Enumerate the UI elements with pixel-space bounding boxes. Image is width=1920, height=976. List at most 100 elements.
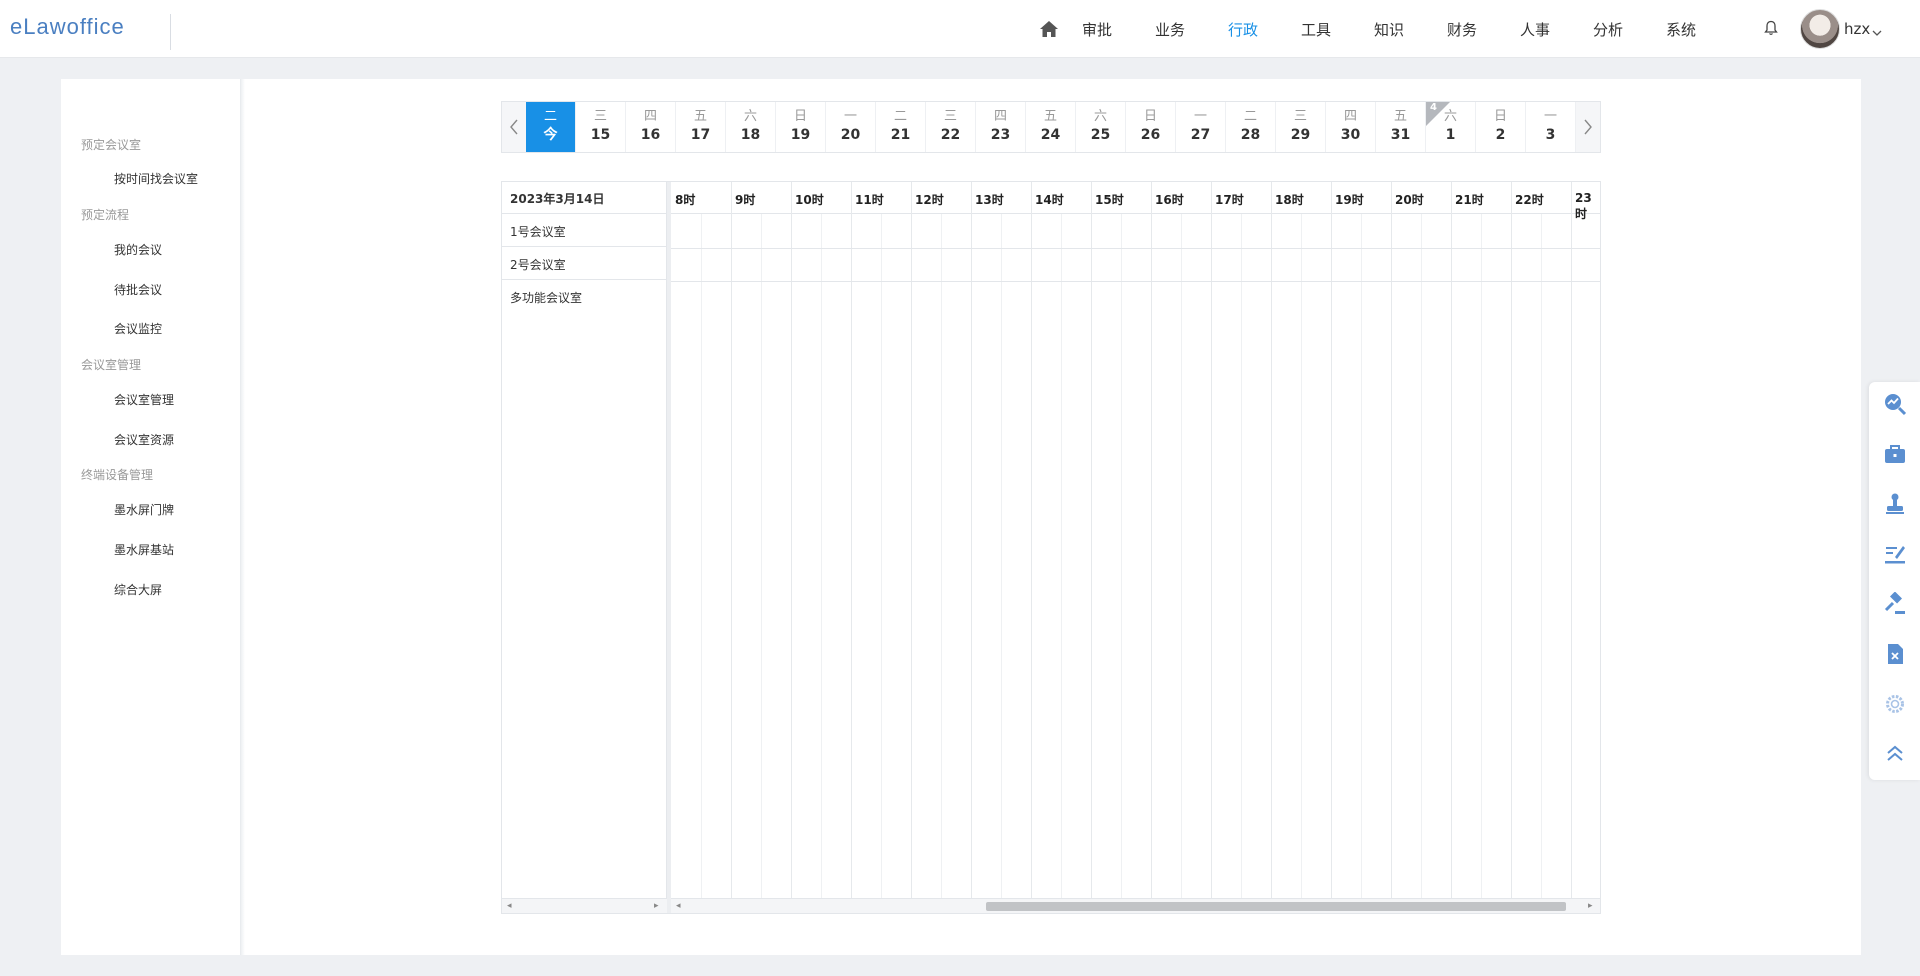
logo-divider — [170, 14, 171, 50]
date-day: 29 — [1290, 127, 1311, 143]
right-toolbar — [1869, 382, 1920, 780]
date-cell[interactable]: 四 16 — [626, 102, 676, 152]
nav-approval[interactable]: 审批 — [1082, 19, 1131, 40]
half-hour-gridline — [1121, 214, 1122, 898]
sidebar-item-find-room-by-time[interactable]: 按时间找会议室 — [114, 170, 198, 187]
date-weekday: 一 — [1193, 109, 1207, 124]
gavel-icon[interactable] — [1883, 591, 1907, 616]
sign-document-icon[interactable] — [1883, 542, 1907, 566]
analytics-search-icon[interactable] — [1883, 392, 1907, 416]
sidebar-group-reserve-room: 预定会议室 — [81, 138, 142, 152]
timeline-scrollbar[interactable]: ◂ ▸ — [671, 898, 1600, 913]
date-cell[interactable]: 日2 — [1476, 102, 1526, 152]
date-weekday: 五 — [1043, 109, 1057, 124]
date-cell[interactable]: 六 18 — [726, 102, 776, 152]
settings-gear-icon[interactable] — [1883, 692, 1907, 716]
date-weekday: 六 — [1093, 109, 1107, 124]
chevron-down-icon[interactable] — [1872, 22, 1882, 41]
room-row[interactable]: 2号会议室 — [502, 247, 666, 280]
schedule-grid: 2023年3月14日 1号会议室 2号会议室 多功能会议室 ◂ ▸ 8时 9时 10… — [501, 181, 1601, 914]
room-row[interactable]: 1号会议室 — [502, 214, 666, 247]
date-day: 31 — [1390, 127, 1411, 143]
date-cell[interactable]: 二 21 — [876, 102, 926, 152]
sidebar-item-meeting-monitor[interactable]: 会议监控 — [114, 320, 162, 337]
date-cell[interactable]: 六 25 — [1076, 102, 1126, 152]
room-row-divider — [671, 248, 1600, 249]
date-weekday: 三 — [593, 109, 607, 124]
user-name[interactable]: hzx — [1844, 20, 1870, 38]
date-cell[interactable]: 五 24 — [1026, 102, 1076, 152]
sidebar-divider — [241, 79, 245, 955]
date-cell[interactable]: 四 23 — [976, 102, 1026, 152]
sidebar: 预定会议室 按时间找会议室 预定流程 我的会议 待批会议 会议监控 会议室管理 … — [61, 79, 241, 955]
nav-system[interactable]: 系统 — [1666, 19, 1715, 40]
hour-gridline — [911, 182, 912, 898]
date-weekday: 一 — [843, 109, 857, 124]
date-weekday: 五 — [1393, 109, 1407, 124]
sidebar-group-room-management: 会议室管理 — [81, 358, 142, 372]
date-prev-button[interactable] — [502, 102, 526, 152]
date-cell[interactable]: 4六1 — [1426, 102, 1476, 152]
room-column-scrollbar[interactable]: ◂ ▸ — [502, 898, 667, 913]
half-hour-gridline — [1241, 214, 1242, 898]
date-cell[interactable]: 一 20 — [826, 102, 876, 152]
scroll-left-icon[interactable]: ◂ — [507, 901, 512, 911]
nav-administration[interactable]: 行政 — [1228, 19, 1277, 40]
sidebar-item-large-screen[interactable]: 综合大屏 — [114, 581, 162, 598]
date-cell[interactable]: 五 17 — [676, 102, 726, 152]
sidebar-item-pending-meetings[interactable]: 待批会议 — [114, 281, 162, 298]
nav-business[interactable]: 业务 — [1155, 19, 1204, 40]
app-logo[interactable]: eLawoffice — [10, 14, 125, 40]
scroll-left-icon[interactable]: ◂ — [676, 901, 681, 911]
hour-label: 15时 — [1095, 193, 1124, 207]
nav-hr[interactable]: 人事 — [1520, 19, 1569, 40]
briefcase-icon[interactable] — [1883, 442, 1907, 466]
sidebar-item-eink-door-sign[interactable]: 墨水屏门牌 — [114, 501, 174, 518]
date-cell[interactable]: 三 22 — [926, 102, 976, 152]
scroll-top-icon[interactable] — [1883, 742, 1907, 766]
sidebar-group-terminal-devices: 终端设备管理 — [81, 468, 154, 482]
nav-finance[interactable]: 财务 — [1447, 19, 1496, 40]
date-cell[interactable]: 二 28 — [1226, 102, 1276, 152]
date-weekday: 四 — [643, 109, 657, 124]
hour-gridline — [1331, 182, 1332, 898]
date-cell[interactable]: 日 26 — [1126, 102, 1176, 152]
date-day: 27 — [1190, 127, 1211, 143]
nav-tools[interactable]: 工具 — [1301, 19, 1350, 40]
avatar[interactable] — [1800, 9, 1840, 49]
delete-file-icon[interactable] — [1883, 642, 1907, 666]
date-day: 今 — [543, 127, 558, 143]
date-weekday: 二 — [893, 109, 907, 124]
half-hour-gridline — [1541, 214, 1542, 898]
date-cell[interactable]: 五 31 — [1376, 102, 1426, 152]
home-icon[interactable] — [1030, 0, 1068, 58]
hour-label: 19时 — [1335, 193, 1364, 207]
sidebar-item-eink-base-station[interactable]: 墨水屏基站 — [114, 541, 174, 558]
scrollbar-thumb[interactable] — [986, 902, 1566, 911]
date-weekday: 三 — [943, 109, 957, 124]
date-weekday: 日 — [1143, 109, 1157, 124]
bell-icon[interactable] — [1764, 20, 1778, 40]
sidebar-item-room-resources[interactable]: 会议室资源 — [114, 431, 174, 448]
scroll-right-icon[interactable]: ▸ — [1588, 901, 1593, 911]
nav-knowledge[interactable]: 知识 — [1374, 19, 1423, 40]
sidebar-item-my-meetings[interactable]: 我的会议 — [114, 241, 162, 258]
room-row[interactable]: 多功能会议室 — [502, 280, 666, 313]
hour-timeline[interactable]: 8时 9时 10时 11时 12时 13时 14时 15时 16时 17时 18时 19时 20时 21时… — [671, 182, 1600, 898]
date-cell[interactable]: 三 15 — [576, 102, 626, 152]
date-day: 28 — [1240, 127, 1261, 143]
sidebar-item-room-management[interactable]: 会议室管理 — [114, 391, 174, 408]
date-cell[interactable]: 一3 — [1526, 102, 1576, 152]
date-next-button[interactable] — [1576, 102, 1600, 152]
date-cell[interactable]: 一 27 — [1176, 102, 1226, 152]
date-cell[interactable]: 日 19 — [776, 102, 826, 152]
scroll-right-icon[interactable]: ▸ — [654, 901, 659, 911]
date-day: 30 — [1340, 127, 1361, 143]
stamp-icon[interactable] — [1883, 492, 1907, 516]
date-day: 24 — [1040, 127, 1061, 143]
date-cell[interactable]: 四 30 — [1326, 102, 1376, 152]
nav-analysis[interactable]: 分析 — [1593, 19, 1642, 40]
date-weekday: 二 — [1243, 109, 1257, 124]
date-cell[interactable]: 二今 — [526, 102, 576, 152]
date-cell[interactable]: 三 29 — [1276, 102, 1326, 152]
